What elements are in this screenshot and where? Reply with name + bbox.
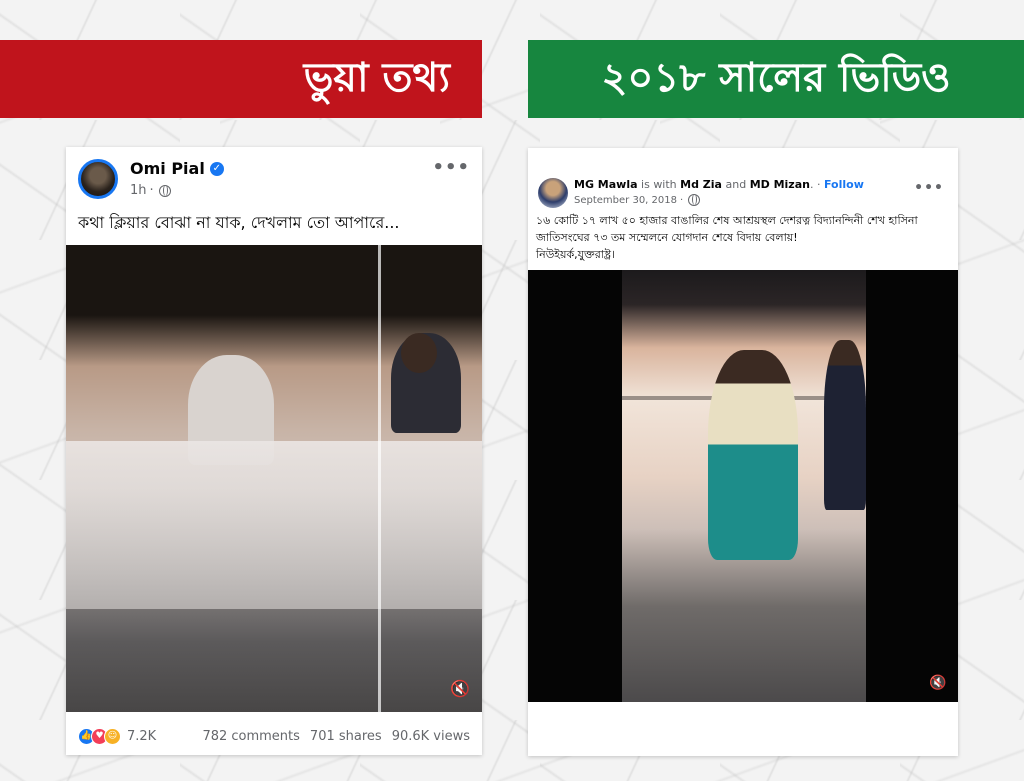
left-facebook-post: Omi Pial ✓ 1h · ••• কথা ক্লিয়ার বোঝা না… <box>66 147 482 755</box>
fake-info-banner: ভুয়া তথ্য <box>0 40 482 118</box>
verified-badge-icon: ✓ <box>209 161 224 176</box>
reactions[interactable]: 👍 ♥ ☺ 7.2K <box>78 727 156 745</box>
caption-line: ১৬ কোটি ১৭ লাখ ৫০ হাজার বাঙালির শেষ আশ্র… <box>536 214 918 227</box>
post-meta: September 30, 2018 · <box>574 194 701 206</box>
right-facebook-post: MG Mawla is with Md Zia and MD Mizan. · … <box>528 148 958 756</box>
mute-icon[interactable]: 🔇 <box>450 680 470 698</box>
caption-line: নিউইয়র্ক,যুক্তরাষ্ট্র। <box>536 248 615 261</box>
post-time[interactable]: 1h <box>130 183 147 198</box>
globe-icon <box>158 184 171 197</box>
caption-line: জাতিসংঘের ৭৩ তম সম্মেলনে যোগদান শেষে বিদ… <box>536 231 798 244</box>
post-caption: ১৬ কোটি ১৭ লাখ ৫০ হাজার বাঙালির শেষ আশ্র… <box>536 212 954 263</box>
author-name[interactable]: Omi Pial <box>130 159 205 178</box>
post-meta: 1h · <box>130 183 171 198</box>
globe-icon <box>688 194 701 206</box>
shares-count[interactable]: 701 shares <box>310 729 382 744</box>
and-text: and <box>725 178 747 191</box>
post-video[interactable]: 🔇 <box>66 245 482 712</box>
more-options-icon[interactable]: ••• <box>914 180 944 196</box>
video-2018-banner: ২০১৮ সালের ভিডিও <box>528 40 1024 118</box>
post-caption: কথা ক্লিয়ার বোঝা না যাক, দেখলাম তো আপার… <box>78 213 400 232</box>
reaction-count[interactable]: 7.2K <box>127 729 156 744</box>
post-stats: 782 comments 701 shares 90.6K views <box>202 729 470 744</box>
post-header: Omi Pial ✓ <box>130 159 224 178</box>
video-pole <box>378 245 381 712</box>
tagged-user-2[interactable]: MD Mizan <box>750 178 810 191</box>
avatar[interactable] <box>538 178 568 208</box>
views-count: 90.6K views <box>391 728 470 744</box>
tagged-user-1[interactable]: Md Zia <box>680 178 722 191</box>
avatar[interactable] <box>78 159 118 199</box>
video-figure <box>708 350 798 560</box>
more-options-icon[interactable]: ••• <box>432 157 470 178</box>
mute-icon[interactable]: 🔇 <box>928 674 948 692</box>
author-name[interactable]: MG Mawla <box>574 178 638 191</box>
video-2018-label: ২০১৮ সালের ভিডিও <box>601 54 951 101</box>
follow-button[interactable]: Follow <box>824 178 864 191</box>
post-video[interactable]: 🔇 <box>528 270 958 702</box>
post-header: MG Mawla is with Md Zia and MD Mizan. · … <box>574 178 864 191</box>
video-glass-railing <box>66 441 482 610</box>
post-date[interactable]: September 30, 2018 <box>574 195 677 206</box>
post-footer: 👍 ♥ ☺ 7.2K 782 comments 701 shares 90.6K… <box>78 725 470 747</box>
care-icon: ☺ <box>104 727 121 745</box>
with-text: is with <box>641 178 677 191</box>
video-figure <box>824 340 866 510</box>
comments-count[interactable]: 782 comments <box>202 729 299 744</box>
video-figure-head <box>401 333 437 373</box>
fake-info-label: ভুয়া তথ্য <box>303 54 450 101</box>
